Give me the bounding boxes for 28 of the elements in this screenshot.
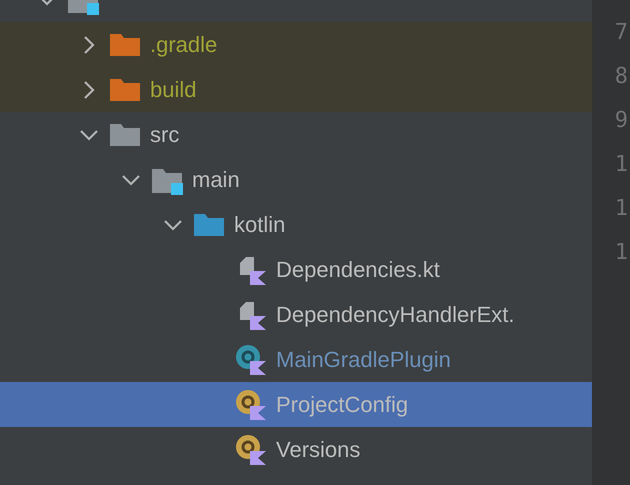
kotlin-class-icon [234, 342, 268, 376]
tree-item-label: ProjectConfig [276, 391, 408, 419]
tree-item-label: src [150, 121, 180, 149]
line-number: 1 [614, 151, 629, 179]
tree-row[interactable]: kotlin [0, 202, 592, 247]
tree-row[interactable]: src [0, 112, 592, 157]
kotlin-object-icon [234, 432, 268, 466]
tree-row[interactable]: MainGradlePlugin [0, 337, 592, 382]
tree-item-label: kotlin [234, 211, 286, 239]
tree-row[interactable]: build [0, 67, 592, 112]
tree-item-label: Versions [276, 436, 360, 464]
line-number: 8 [614, 63, 629, 91]
line-number: 1 [614, 239, 629, 267]
tree-row[interactable]: .gradle [0, 22, 592, 67]
line-number: 1 [614, 195, 629, 223]
line-number: 9 [614, 107, 629, 135]
tree-item-label: build [150, 76, 196, 104]
kotlin-object-icon [234, 388, 268, 422]
tree-row[interactable]: DependencyHandlerExt. [0, 292, 592, 337]
tree-item-label: Dependencies.kt [276, 256, 440, 284]
tree-item-label: DependencyHandlerExt. [276, 301, 514, 329]
tree-row[interactable]: main [0, 157, 592, 202]
tree-item-label: MainGradlePlugin [276, 346, 451, 374]
tree-row[interactable]: Dependencies.kt [0, 247, 592, 292]
tree-item-label: main [192, 166, 240, 194]
tree-row[interactable]: Versions [0, 427, 592, 472]
tree-item-label: .gradle [150, 31, 218, 59]
line-number: 7 [614, 19, 629, 47]
